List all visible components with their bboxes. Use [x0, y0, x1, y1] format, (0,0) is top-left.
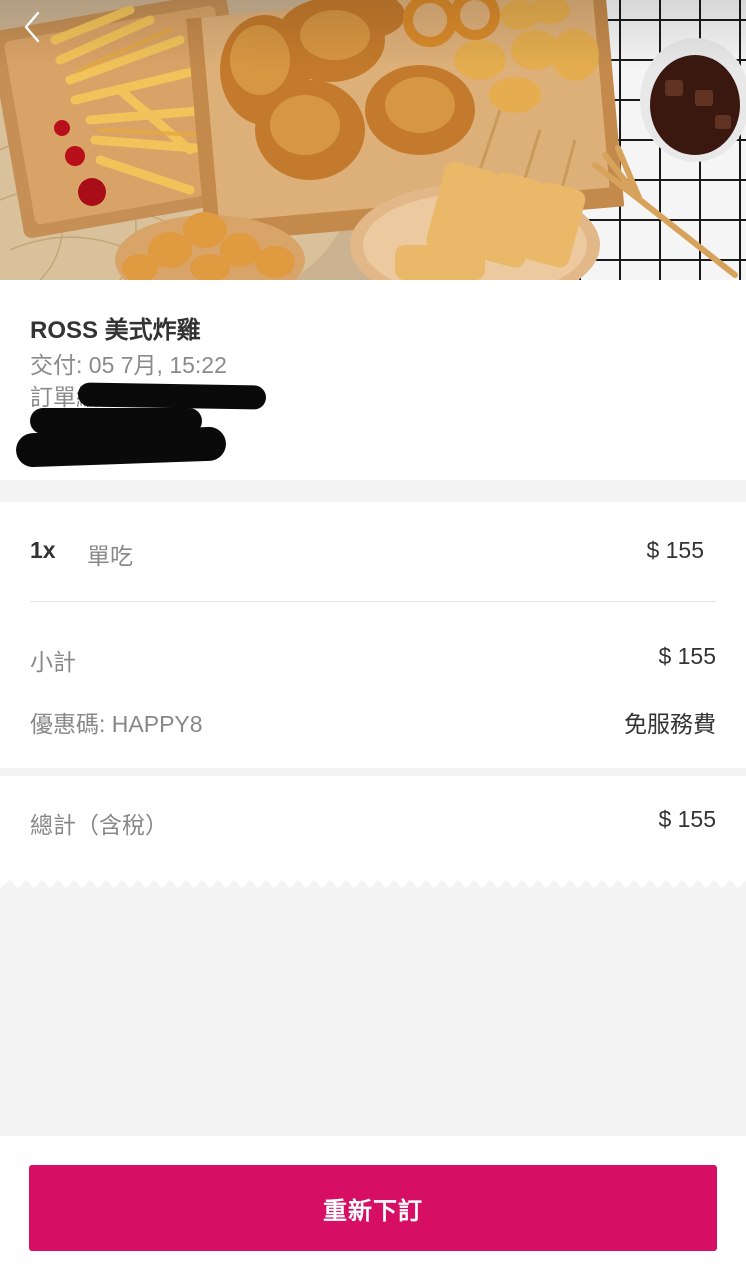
promo-code-label: 優惠碼: HAPPY8: [30, 711, 203, 737]
order-info-card: ROSS 美式炸雞 交付: 05 7月, 15:22 訂單編號: [0, 280, 746, 480]
fried-chicken-illustration: [0, 0, 746, 280]
order-items-card: 1x 單吃 $ 155 小計 $ 155 優惠碼: HAPPY8 免服務費: [0, 502, 746, 768]
divider: [30, 601, 716, 602]
hero-food-image: [0, 0, 746, 280]
total-value: $ 155: [658, 806, 716, 832]
subtotal-label: 小計: [30, 649, 76, 675]
restaurant-name: ROSS 美式炸雞: [30, 317, 201, 344]
item-price: $ 155: [646, 537, 704, 563]
item-name: 單吃: [87, 543, 133, 569]
back-button[interactable]: [22, 10, 66, 54]
item-quantity: 1x: [30, 537, 56, 563]
subtotal-value: $ 155: [658, 643, 716, 669]
total-card: 總計（含稅） $ 155: [0, 776, 746, 880]
delivery-time: 交付: 05 7月, 15:22: [30, 352, 227, 378]
reorder-button[interactable]: 重新下訂: [29, 1165, 717, 1251]
total-label: 總計（含稅）: [30, 812, 168, 838]
bottom-action-bar: 重新下訂: [0, 1136, 746, 1280]
chevron-left-icon: [24, 11, 40, 43]
receipt-zigzag-edge: [0, 876, 746, 888]
promo-code-value: 免服務費: [624, 711, 716, 737]
redaction-mark: [15, 426, 227, 468]
redaction-mark: [77, 382, 267, 410]
